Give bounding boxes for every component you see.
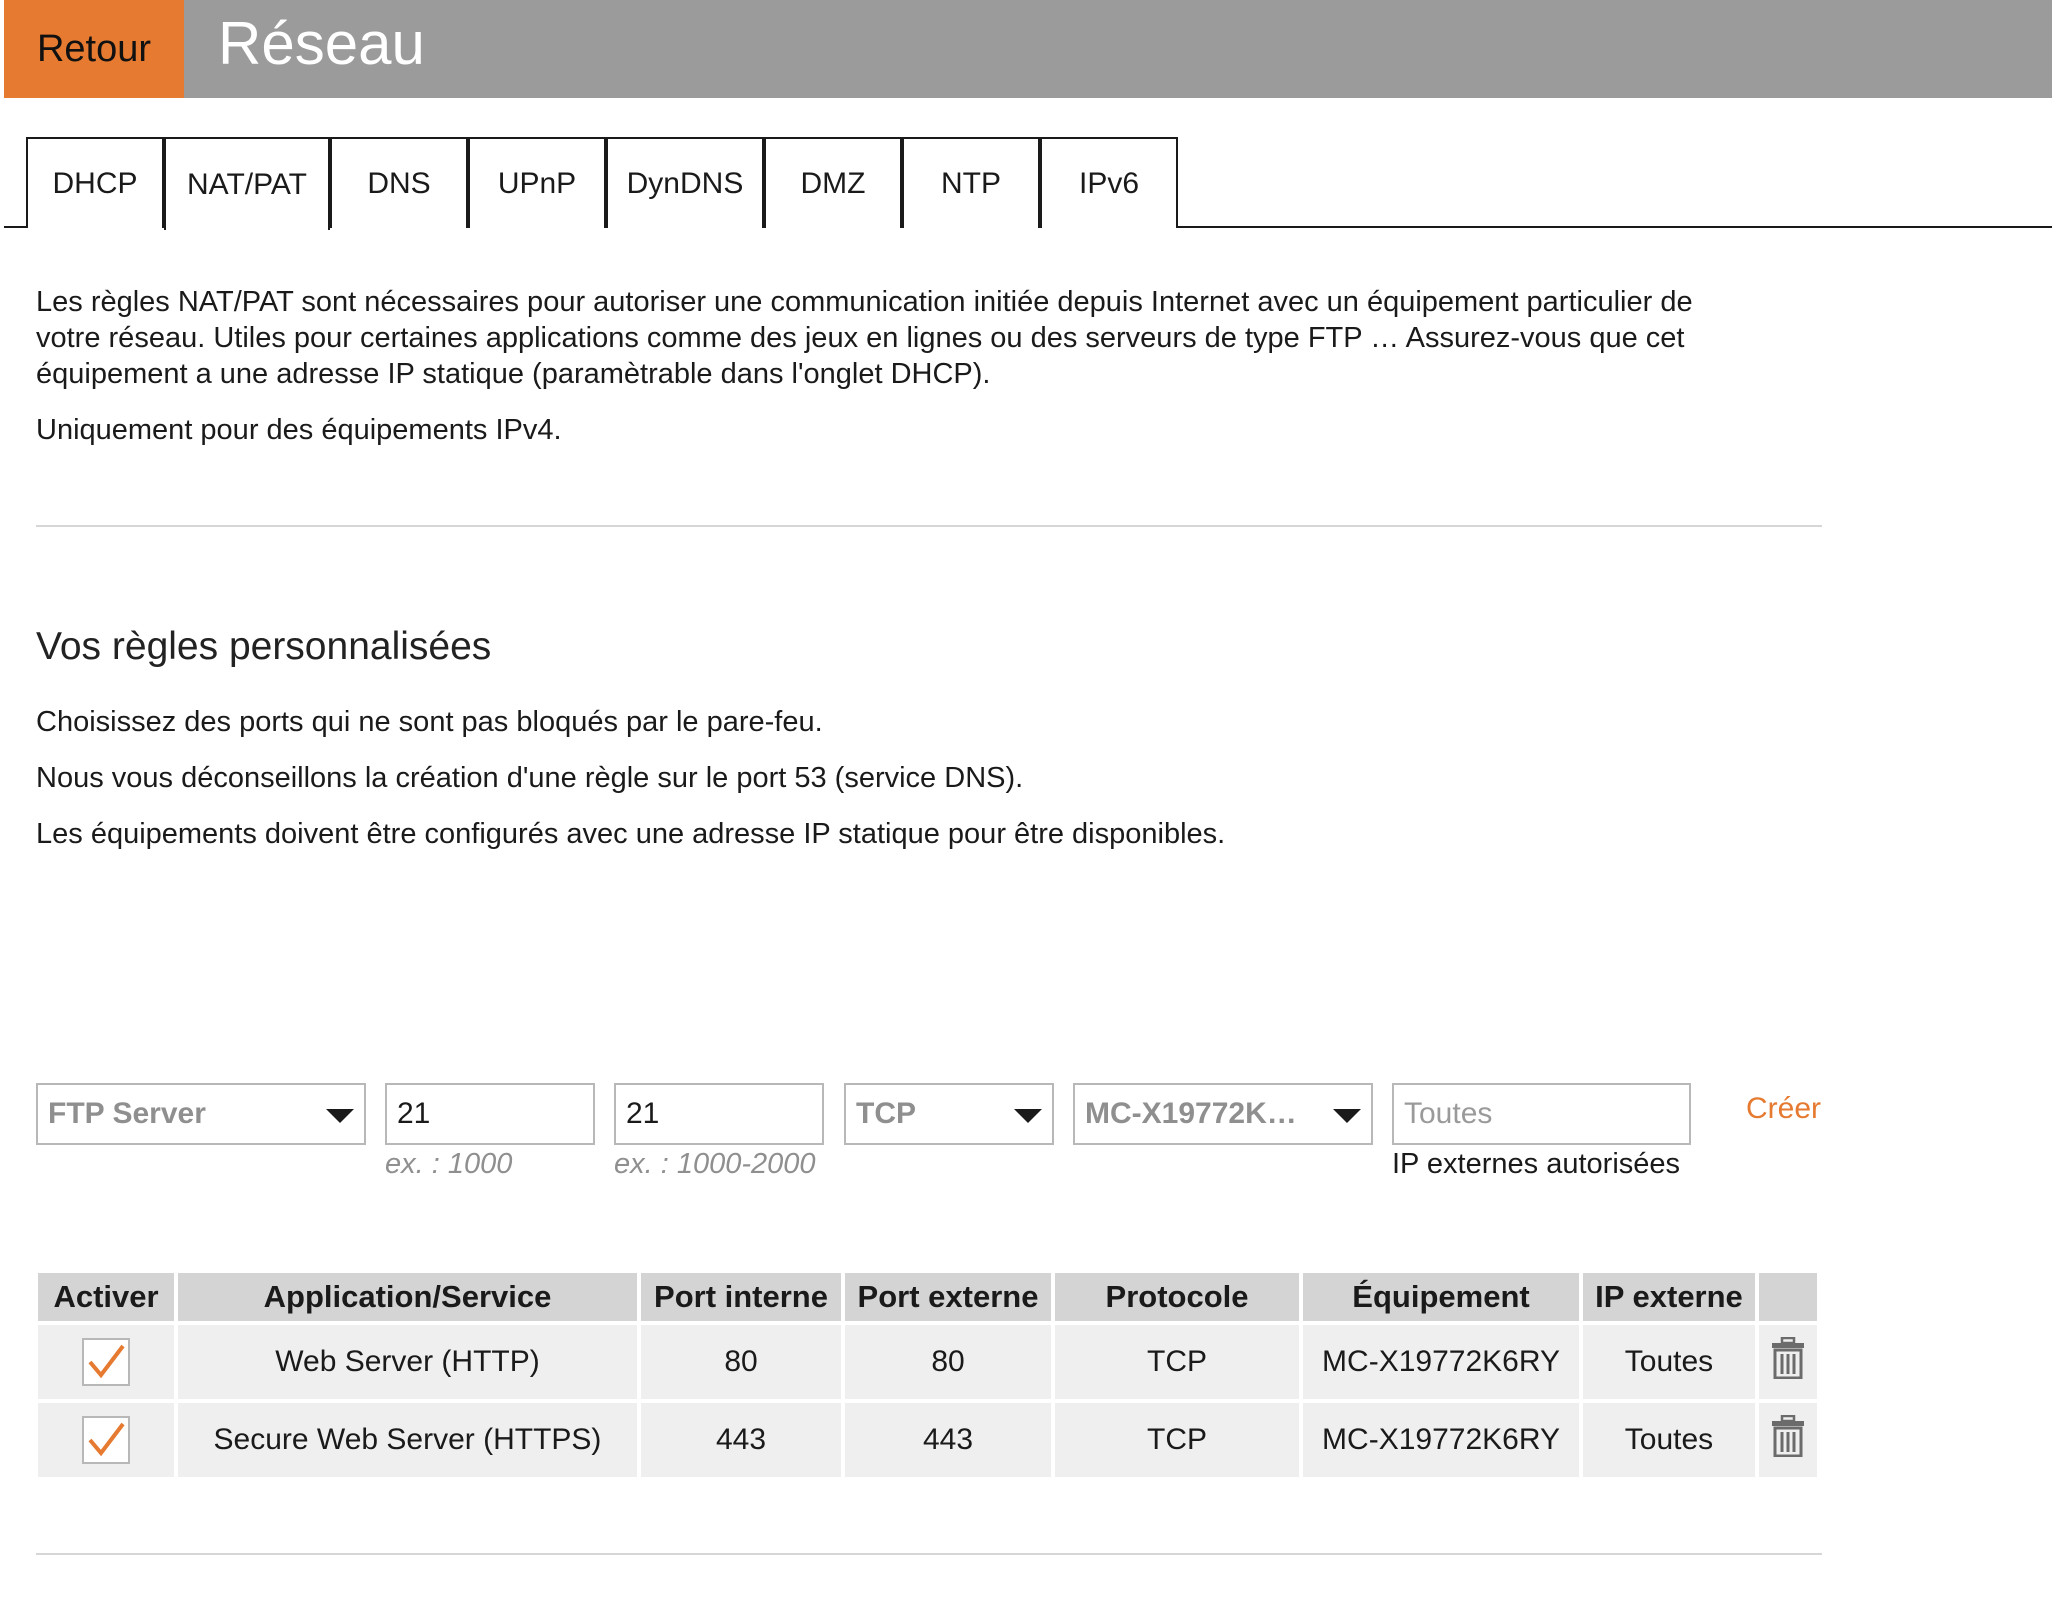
header-protocol: Protocole	[1055, 1273, 1299, 1321]
checkmark-icon	[88, 1422, 125, 1457]
caret-down-icon	[1333, 1109, 1361, 1123]
external-port-input[interactable]: 21	[614, 1083, 824, 1145]
internal-port-input[interactable]: 21	[385, 1083, 595, 1145]
caret-down-icon	[1014, 1109, 1042, 1123]
service-cell: Web Server (HTTP)	[178, 1325, 637, 1399]
tab-bar: DHCP NAT/PAT DNS UPnP DynDNS DMZ NTP IPv…	[4, 137, 2052, 230]
header-activer: Activer	[38, 1273, 174, 1321]
trash-icon	[1772, 1336, 1804, 1380]
delete-cell	[1759, 1325, 1817, 1399]
internal-port-cell: 443	[641, 1403, 841, 1477]
intro-line-3: équipement a une adresse IP statique (pa…	[36, 358, 991, 390]
header-service: Application/Service	[178, 1273, 637, 1321]
header-internal-port: Port interne	[641, 1273, 841, 1321]
trash-icon	[1772, 1414, 1804, 1458]
protocol-select[interactable]: TCP	[844, 1083, 1054, 1145]
protocol-select-value: TCP	[856, 1097, 916, 1130]
caret-down-icon	[326, 1109, 354, 1123]
section-title: Vos règles personnalisées	[36, 625, 492, 668]
enable-cell	[38, 1325, 174, 1399]
tab-dyndns[interactable]: DynDNS	[606, 137, 764, 228]
tab-nat-pat[interactable]: NAT/PAT	[164, 137, 330, 230]
external-ip-cell: Toutes	[1583, 1403, 1755, 1477]
internal-port-hint: ex. : 1000	[385, 1148, 513, 1180]
tab-dmz[interactable]: DMZ	[764, 137, 902, 228]
device-select-value: MC-X19772K…	[1085, 1097, 1297, 1130]
external-port-cell: 443	[845, 1403, 1051, 1477]
table-row: Web Server (HTTP) 80 80 TCP MC-X19772K6R…	[38, 1325, 1817, 1399]
delete-cell	[1759, 1403, 1817, 1477]
header-actions	[1759, 1273, 1817, 1321]
protocol-cell: TCP	[1055, 1325, 1299, 1399]
external-port-hint: ex. : 1000-2000	[614, 1148, 816, 1180]
header-device: Équipement	[1303, 1273, 1579, 1321]
intro-line-1: Les règles NAT/PAT sont nécessaires pour…	[36, 286, 1693, 318]
ports-note: Choisissez des ports qui ne sont pas blo…	[36, 706, 823, 738]
service-cell: Secure Web Server (HTTPS)	[178, 1403, 637, 1477]
tab-upnp[interactable]: UPnP	[468, 137, 606, 228]
static-ip-note: Les équipements doivent être configurés …	[36, 818, 1226, 850]
protocol-cell: TCP	[1055, 1403, 1299, 1477]
enable-checkbox[interactable]	[82, 1338, 130, 1386]
create-button[interactable]: Créer	[1746, 1092, 1821, 1126]
back-button[interactable]: Retour	[4, 0, 184, 98]
device-cell: MC-X19772K6RY	[1303, 1403, 1579, 1477]
tab-ntp[interactable]: NTP	[902, 137, 1040, 228]
service-select[interactable]: FTP Server	[36, 1083, 366, 1145]
service-select-value: FTP Server	[48, 1097, 206, 1130]
device-select[interactable]: MC-X19772K…	[1073, 1083, 1373, 1145]
delete-button[interactable]	[1771, 1336, 1805, 1387]
bottom-divider	[36, 1553, 1822, 1555]
allowed-ips-input[interactable]: Toutes	[1392, 1083, 1691, 1145]
dns-port-note: Nous vous déconseillons la création d'un…	[36, 762, 1024, 794]
tab-ipv6[interactable]: IPv6	[1040, 137, 1178, 228]
enable-cell	[38, 1403, 174, 1477]
header-external-ip: IP externe	[1583, 1273, 1755, 1321]
section-divider	[36, 525, 1822, 527]
page-title: Réseau	[218, 10, 425, 77]
enable-checkbox[interactable]	[82, 1416, 130, 1464]
allowed-ips-label: IP externes autorisées	[1392, 1148, 1681, 1180]
checkmark-icon	[88, 1344, 125, 1379]
tab-dhcp[interactable]: DHCP	[26, 137, 164, 228]
device-cell: MC-X19772K6RY	[1303, 1325, 1579, 1399]
tab-dns[interactable]: DNS	[330, 137, 468, 228]
delete-button[interactable]	[1771, 1414, 1805, 1465]
intro-line-2: votre réseau. Utiles pour certaines appl…	[36, 322, 1685, 354]
internal-port-cell: 80	[641, 1325, 841, 1399]
table-row: Secure Web Server (HTTPS) 443 443 TCP MC…	[38, 1403, 1817, 1477]
ipv4-note: Uniquement pour des équipements IPv4.	[36, 414, 562, 446]
header-external-port: Port externe	[845, 1273, 1051, 1321]
external-port-cell: 80	[845, 1325, 1051, 1399]
rules-table: Activer Application/Service Port interne…	[34, 1269, 1821, 1481]
table-header-row: Activer Application/Service Port interne…	[38, 1273, 1817, 1321]
external-ip-cell: Toutes	[1583, 1325, 1755, 1399]
